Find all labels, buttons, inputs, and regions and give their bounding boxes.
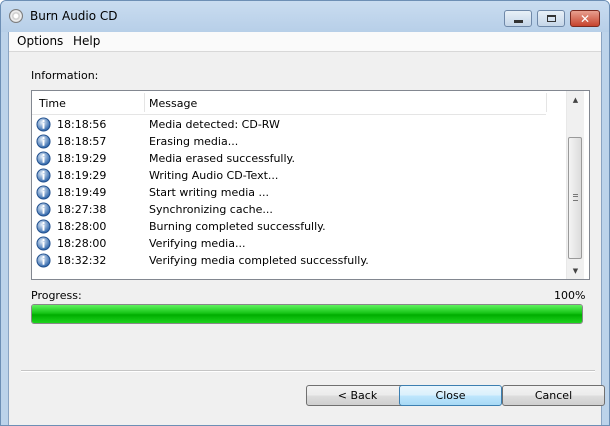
information-label: Information:: [31, 69, 99, 82]
column-header-time[interactable]: Time: [39, 97, 66, 110]
info-icon: [36, 202, 51, 217]
list-row[interactable]: 18:32:32 Verifying media completed succes…: [32, 252, 566, 269]
row-time: 18:18:56: [57, 118, 107, 131]
row-message: Media detected: CD-RW: [149, 118, 280, 131]
info-icon: [36, 168, 51, 183]
row-message: Verifying media completed successfully.: [149, 254, 369, 267]
list-row[interactable]: 18:19:29 Writing Audio CD-Text...: [32, 167, 566, 184]
list-row[interactable]: 18:19:49 Start writing media ...: [32, 184, 566, 201]
row-time: 18:19:49: [57, 186, 107, 199]
burn-audio-cd-window: Burn Audio CD ✕ Options Help Information…: [0, 0, 610, 426]
maximize-button[interactable]: [537, 10, 565, 27]
menu-bar: Options Help: [9, 32, 601, 52]
scrollbar-thumb[interactable]: [568, 137, 582, 259]
row-message: Start writing media ...: [149, 186, 270, 199]
button-divider: [21, 370, 595, 372]
dialog-client-area: Options Help Information: Time Message 1…: [8, 32, 605, 425]
list-row[interactable]: 18:28:00 Burning completed successfully.: [32, 218, 566, 235]
minimize-icon: [513, 20, 523, 23]
info-icon: [36, 253, 51, 268]
maximize-icon: [546, 15, 556, 22]
info-icon: [36, 236, 51, 251]
row-message: Verifying media...: [149, 237, 246, 250]
list-row[interactable]: 18:19:29 Media erased successfully.: [32, 150, 566, 167]
row-time: 18:28:00: [57, 237, 107, 250]
vertical-scrollbar[interactable]: ▲ ▼: [566, 91, 584, 279]
close-button[interactable]: Close: [399, 385, 502, 406]
row-time: 18:18:57: [57, 135, 107, 148]
column-separator[interactable]: [546, 93, 547, 112]
grip-icon: [573, 194, 578, 201]
row-time: 18:28:00: [57, 220, 107, 233]
list-row[interactable]: 18:28:00 Verifying media...: [32, 235, 566, 252]
row-message: Erasing media...: [149, 135, 239, 148]
column-separator[interactable]: [144, 93, 145, 112]
info-icon: [36, 219, 51, 234]
list-row[interactable]: 18:18:57 Erasing media...: [32, 133, 566, 150]
close-icon: ✕: [579, 11, 591, 26]
menu-options-label: Options: [17, 34, 64, 48]
row-time: 18:32:32: [57, 254, 107, 267]
info-icon: [36, 151, 51, 166]
row-message: Synchronizing cache...: [149, 203, 273, 216]
row-time: 18:19:29: [57, 152, 107, 165]
cancel-button[interactable]: Cancel: [502, 385, 605, 406]
scroll-up-arrow-icon[interactable]: ▲: [567, 91, 584, 108]
scroll-down-arrow-icon[interactable]: ▼: [567, 262, 584, 279]
list-row[interactable]: 18:27:38 Synchronizing cache...: [32, 201, 566, 218]
list-row[interactable]: 18:18:56 Media detected: CD-RW: [32, 116, 566, 133]
info-icon: [36, 185, 51, 200]
progress-label: Progress:: [31, 289, 82, 302]
row-time: 18:19:29: [57, 169, 107, 182]
info-icon: [36, 134, 51, 149]
row-message: Media erased successfully.: [149, 152, 295, 165]
menu-help-label: Help: [73, 34, 101, 48]
row-message: Writing Audio CD-Text...: [149, 169, 279, 182]
cd-icon: [9, 9, 23, 23]
information-list[interactable]: Time Message 18:18:56 Media detected: CD-…: [31, 90, 590, 280]
progress-percent: 100%: [554, 289, 586, 302]
window-title: Burn Audio CD: [30, 9, 118, 23]
menu-help[interactable]: Help: [73, 34, 100, 48]
close-window-button[interactable]: ✕: [570, 10, 600, 27]
row-time: 18:27:38: [57, 203, 107, 216]
back-button[interactable]: < Back: [306, 385, 409, 406]
progress-bar: [31, 304, 583, 324]
title-bar[interactable]: Burn Audio CD ✕: [1, 1, 609, 32]
menu-options[interactable]: Options: [17, 34, 63, 48]
minimize-button[interactable]: [504, 10, 532, 27]
row-message: Burning completed successfully.: [149, 220, 326, 233]
progress-bar-fill: [32, 305, 582, 323]
column-header-message[interactable]: Message: [149, 97, 197, 110]
list-header: Time Message: [32, 91, 547, 115]
info-icon: [36, 117, 51, 132]
